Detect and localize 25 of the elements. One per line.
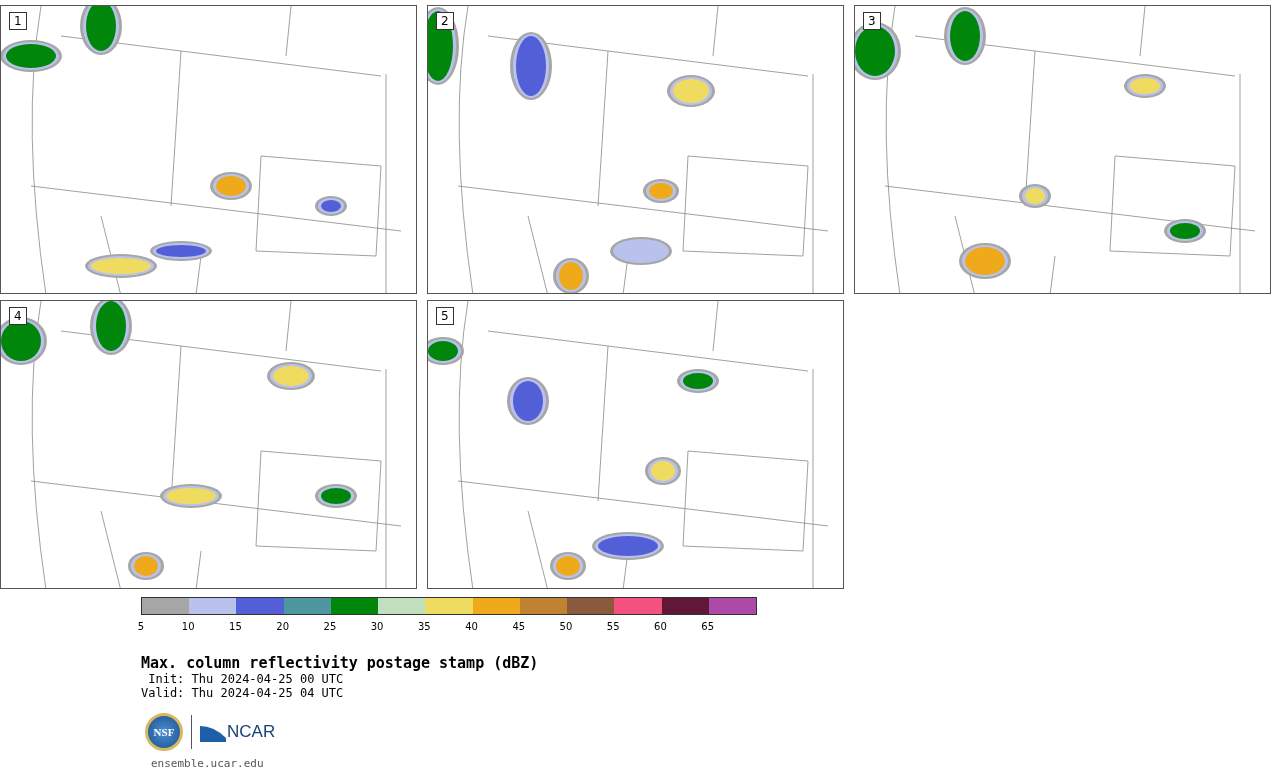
init-time: Init: Thu 2024-04-25 00 UTC <box>147 672 345 686</box>
tick-label: 60 <box>653 621 668 632</box>
panel-number: 5 <box>436 307 454 325</box>
tick-label: 15 <box>228 621 243 632</box>
panel-number: 2 <box>436 12 454 30</box>
panel-number: 1 <box>9 12 27 30</box>
nsf-logo: NSF <box>145 713 183 751</box>
website-url: ensemble.ucar.edu <box>151 757 265 770</box>
panel-number: 4 <box>9 307 27 325</box>
tick-label: 55 <box>605 621 621 632</box>
tick-label: 5 <box>136 621 146 632</box>
tick-label: 35 <box>416 621 432 632</box>
tick-label: 10 <box>180 621 196 632</box>
tick-label: 45 <box>511 621 527 632</box>
panel-number: 3 <box>863 12 881 30</box>
tick-label: 50 <box>558 621 574 632</box>
tick-label: 25 <box>322 621 338 632</box>
tick-label: 20 <box>275 621 291 632</box>
tick-label: 40 <box>464 621 479 632</box>
chart-title: Max. column reflectivity postage stamp (dBZ) <box>141 654 540 672</box>
valid-time: Valid: Thu 2024-04-25 04 UTC <box>141 686 345 700</box>
swoosh-icon <box>200 724 226 742</box>
tick-label: 30 <box>369 621 385 632</box>
tick-label: 65 <box>700 621 715 632</box>
ncar-logo: NCAR <box>227 722 276 742</box>
